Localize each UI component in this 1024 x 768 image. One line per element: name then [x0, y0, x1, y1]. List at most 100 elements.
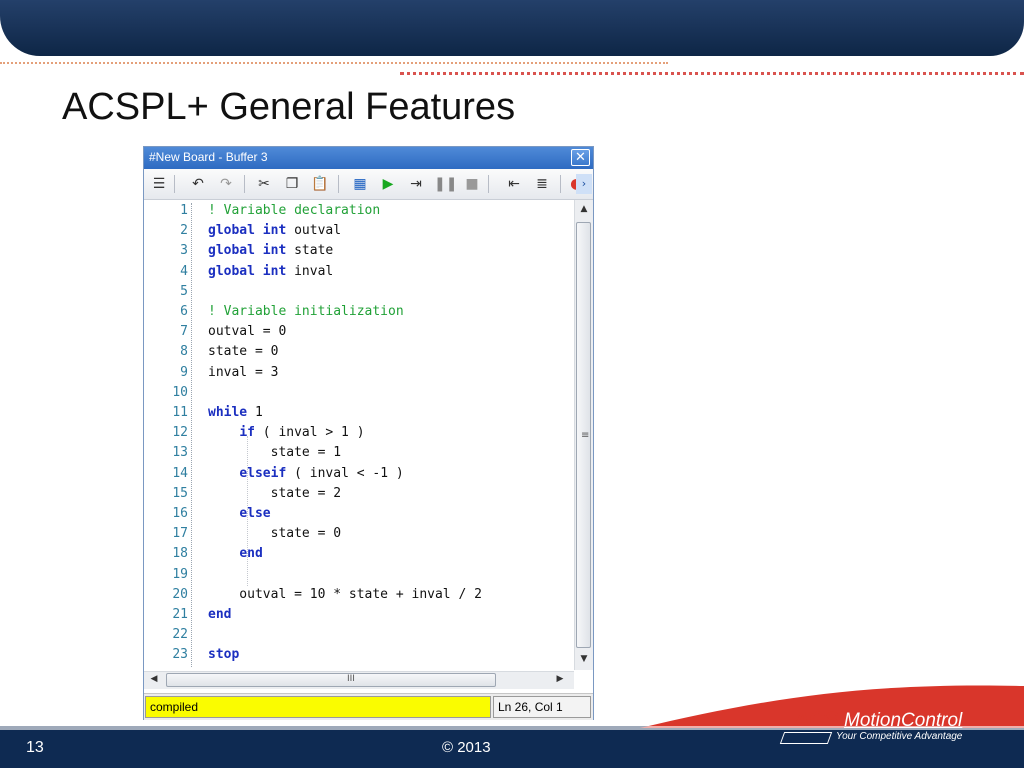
line-number: 18 [172, 546, 188, 562]
line-number: 4 [180, 263, 188, 279]
run-icon[interactable]: ▶ [378, 174, 398, 194]
code-keyword: else [239, 506, 271, 521]
stop-icon[interactable]: ■ [462, 174, 482, 194]
line-number: 7 [180, 324, 188, 340]
code-text: state = 1 [208, 445, 342, 461]
code-line[interactable]: global int state [208, 241, 333, 261]
code-text: state [286, 243, 334, 259]
paste-icon[interactable]: 📋 [310, 174, 330, 194]
compile-icon[interactable]: ▦ [350, 174, 370, 194]
code-line[interactable]: ! Variable initialization [208, 302, 404, 322]
line-number: 20 [172, 586, 188, 602]
code-line[interactable]: global int outval [208, 221, 341, 241]
toolbar-separator [488, 175, 489, 193]
code-line[interactable]: outval = 0 [208, 322, 286, 342]
line-number: 9 [180, 364, 188, 380]
line-number: 5 [180, 283, 188, 299]
code-text: ( inval < -1 ) [286, 465, 404, 481]
line-number: 3 [180, 243, 188, 259]
code-line[interactable]: ! Variable declaration [208, 201, 380, 221]
code-keyword: while [208, 405, 248, 420]
pause-icon[interactable]: ❚❚ [434, 174, 457, 194]
dotted-divider [0, 62, 668, 64]
line-number: 6 [180, 304, 188, 319]
code-line[interactable]: state = 2 [208, 484, 341, 504]
code-text: outval = 10 * state + inval / 2 [208, 586, 482, 602]
code-line[interactable]: global int inval [208, 262, 333, 282]
buffer-editor-window: #New Board - Buffer 3 ✕ ☰ ↶ ↷ ✂ ❐ 📋 ▦ ▶ … [143, 146, 594, 720]
code-line[interactable]: if ( inval > 1 ) [208, 423, 364, 443]
logo-tagline: Your Competitive Advantage [836, 731, 963, 742]
code-keyword: stop [208, 647, 240, 663]
window-titlebar[interactable]: #New Board - Buffer 3 ✕ [144, 147, 593, 169]
line-number: 2 [180, 223, 188, 239]
line-number: 17 [172, 526, 188, 542]
code-text: outval [286, 223, 342, 239]
scroll-down-icon[interactable]: ▼ [576, 654, 592, 664]
more-icon[interactable]: › [576, 174, 592, 194]
line-number: 16 [172, 506, 188, 521]
cursor-position: Ln 26, Col 1 [493, 696, 591, 718]
line-number: 11 [172, 405, 188, 420]
copy-icon[interactable]: ❐ [282, 174, 302, 194]
header-band [0, 0, 1024, 56]
logo-product: MotionControl [844, 710, 963, 731]
code-keyword: end [239, 546, 263, 562]
redo-icon[interactable]: ↷ [216, 174, 236, 194]
code-keyword: global int [208, 263, 287, 279]
code-line[interactable]: outval = 10 * state + inval / 2 [208, 585, 482, 605]
scroll-left-icon[interactable]: ◀ [146, 674, 162, 684]
code-text: 1 [247, 405, 263, 420]
code-keyword: global int [208, 243, 287, 259]
line-number: 12 [172, 425, 188, 441]
scroll-grip: III [347, 674, 355, 684]
code-text: inval [286, 263, 334, 279]
vertical-scroll-thumb[interactable]: ≡ [576, 222, 591, 648]
scroll-right-icon[interactable]: ▶ [552, 674, 568, 684]
outdent-icon[interactable]: ≣ [532, 174, 552, 194]
code-line[interactable]: state = 0 [208, 342, 278, 362]
horizontal-scrollbar[interactable]: ◀ III ▶ [144, 671, 574, 689]
logo-mark [779, 732, 833, 744]
undo-icon[interactable]: ↶ [188, 174, 208, 194]
code-text: state = 0 [208, 526, 342, 542]
scroll-up-icon[interactable]: ▲ [576, 204, 592, 214]
code-keyword: global int [208, 223, 287, 239]
code-line[interactable]: stop [208, 645, 239, 665]
code-line[interactable]: while 1 [208, 403, 263, 423]
toolbar-separator [244, 175, 245, 193]
list-icon[interactable]: ☰ [149, 174, 169, 194]
line-number: 21 [172, 607, 188, 622]
code-line[interactable]: else [208, 504, 271, 524]
line-number: 13 [172, 445, 188, 461]
code-comment: ! Variable declaration [208, 203, 381, 218]
page-number: 13 [26, 739, 44, 756]
line-number: 22 [172, 627, 188, 643]
line-number: 15 [172, 485, 188, 501]
code-text: state = 2 [208, 485, 342, 501]
close-icon[interactable]: ✕ [571, 149, 590, 166]
vertical-scrollbar[interactable]: ▲ ≡ ▼ [574, 200, 593, 670]
cut-icon[interactable]: ✂ [254, 174, 274, 194]
line-number: 19 [172, 566, 188, 582]
indent-icon[interactable]: ⇤ [504, 174, 524, 194]
code-line[interactable]: state = 0 [208, 524, 341, 544]
line-number: 10 [172, 384, 188, 400]
gutter-divider [191, 203, 192, 667]
copyright: © 2013 [442, 739, 491, 756]
status-message: compiled [145, 696, 491, 718]
code-line[interactable]: end [208, 544, 263, 564]
step-into-icon[interactable]: ⇥ [406, 174, 426, 194]
code-area[interactable]: ! Variable declaration global int outval g… [208, 200, 568, 670]
acs-logo: ACS MotionControl Your Competitive Advan… [779, 706, 982, 750]
code-line[interactable]: end [208, 605, 231, 625]
code-line[interactable]: inval = 3 [208, 363, 278, 383]
toolbar-separator [338, 175, 339, 193]
horizontal-scroll-thumb[interactable]: III [166, 673, 496, 687]
code-line[interactable]: state = 1 [208, 443, 341, 463]
code-line[interactable]: elseif ( inval < -1 ) [208, 464, 404, 484]
